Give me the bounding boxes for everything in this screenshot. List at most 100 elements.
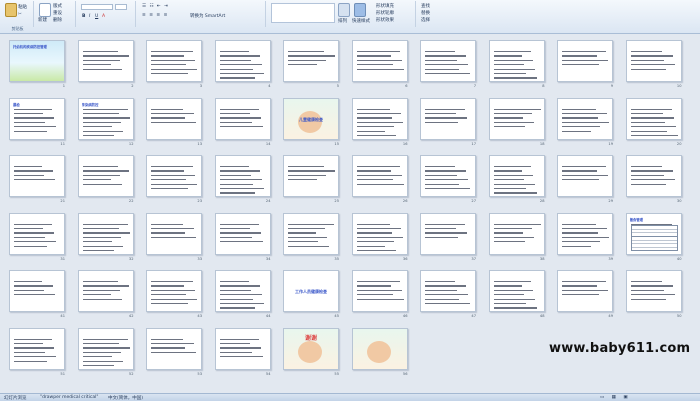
align-icon[interactable]: ≡ ≡ ≡ ≡ bbox=[142, 13, 168, 18]
slide-thumbnail[interactable] bbox=[625, 40, 682, 82]
slide-thumbnail[interactable] bbox=[214, 155, 271, 197]
slide-thumbnail[interactable] bbox=[488, 155, 545, 197]
slide-thumbnail[interactable] bbox=[214, 40, 271, 82]
slide-sorter[interactable]: 托幼机构疾病防控管理 1 2 3 4 5 6 7 8 9 10 晨检 11 传染病防控 12 13 14 儿童健康… bbox=[0, 34, 700, 393]
view-buttons-icon[interactable]: ▭ ▦ ▣ bbox=[600, 395, 631, 400]
arrange-icon[interactable] bbox=[338, 3, 350, 17]
slide-thumbnail[interactable] bbox=[283, 40, 339, 82]
slide-thumbnail[interactable]: 儿童健康检查 bbox=[283, 97, 339, 140]
slide-thumbnail[interactable] bbox=[9, 155, 65, 197]
replace-button[interactable]: 替换 bbox=[421, 10, 430, 16]
slide-text-line bbox=[425, 179, 468, 181]
slide-text-line bbox=[288, 241, 318, 243]
slide-thumbnail[interactable]: 托幼机构疾病防控管理 bbox=[9, 40, 65, 82]
slide-thumbnail[interactable] bbox=[146, 97, 202, 140]
select-button[interactable]: 选择 bbox=[421, 17, 430, 23]
slide-thumbnail[interactable] bbox=[557, 212, 613, 255]
slide-thumbnail[interactable] bbox=[351, 327, 408, 370]
slide-thumbnail[interactable] bbox=[351, 97, 408, 140]
delete-slide-button[interactable]: 删除 bbox=[53, 17, 62, 23]
slide-number: 29 bbox=[608, 199, 613, 203]
bullets-icon[interactable]: ☰ ☷ ⇤ ⇥ bbox=[142, 4, 169, 9]
slide-thumbnail[interactable] bbox=[77, 212, 134, 255]
slide-thumbnail[interactable] bbox=[488, 212, 545, 255]
find-button[interactable]: 查找 bbox=[421, 3, 430, 9]
bold-icon[interactable]: B bbox=[82, 14, 85, 19]
slide-thumbnail[interactable] bbox=[351, 270, 408, 312]
slide-thumbnail[interactable] bbox=[146, 327, 202, 370]
quick-styles-label[interactable]: 快速样式 bbox=[352, 18, 370, 24]
slide-thumbnail[interactable] bbox=[77, 327, 134, 370]
slide-text-line bbox=[219, 121, 252, 123]
arrange-label[interactable]: 排列 bbox=[338, 18, 347, 24]
new-slide-icon[interactable] bbox=[39, 3, 51, 17]
slide-thumbnail[interactable] bbox=[351, 40, 408, 82]
slide-thumbnail[interactable]: 谢谢 bbox=[283, 327, 339, 370]
slide-thumbnail[interactable] bbox=[9, 212, 65, 255]
language-label[interactable]: 中文(简体，中国) bbox=[108, 395, 143, 401]
slide-text-line bbox=[151, 108, 183, 110]
slide-thumbnail[interactable] bbox=[351, 155, 408, 197]
shape-fill-button[interactable]: 形状填充 bbox=[376, 3, 394, 9]
paste-icon[interactable] bbox=[5, 3, 17, 17]
new-slide-label[interactable]: 新建 bbox=[38, 17, 47, 23]
slide-thumbnail[interactable] bbox=[625, 270, 682, 312]
slide-thumbnail[interactable] bbox=[9, 327, 65, 370]
drawing-group: 排列 快速样式 形状填充 形状轮廓 形状效果 bbox=[268, 1, 416, 27]
shape-effects-button[interactable]: 形状效果 bbox=[376, 17, 394, 23]
slide-thumbnail[interactable] bbox=[146, 270, 202, 312]
slide-thumbnail[interactable]: 传染病防控 bbox=[77, 97, 134, 140]
slide-thumbnail[interactable] bbox=[214, 327, 271, 370]
slide-thumbnail[interactable] bbox=[488, 40, 545, 82]
slide-thumbnail[interactable] bbox=[488, 270, 545, 312]
slide-number: 13 bbox=[197, 141, 202, 146]
slide-thumbnail[interactable] bbox=[351, 212, 408, 255]
slide-thumbnail[interactable] bbox=[625, 97, 682, 140]
slide-thumbnail[interactable] bbox=[488, 97, 545, 140]
slide-thumbnail[interactable] bbox=[77, 270, 134, 312]
slide-thumbnail[interactable] bbox=[214, 97, 271, 140]
reset-button[interactable]: 重设 bbox=[53, 10, 62, 16]
slide-thumbnail[interactable] bbox=[625, 155, 682, 197]
shapes-gallery[interactable] bbox=[271, 3, 335, 23]
slide-thumbnail[interactable] bbox=[283, 212, 339, 255]
slide-thumbnail[interactable] bbox=[557, 155, 613, 197]
slide-text-line bbox=[562, 64, 599, 66]
paste-label[interactable]: 粘贴 bbox=[18, 4, 27, 10]
slide-thumbnail[interactable] bbox=[557, 270, 613, 312]
slide-thumbnail[interactable] bbox=[77, 155, 134, 197]
slide-thumbnail[interactable] bbox=[9, 270, 65, 312]
underline-icon[interactable]: U bbox=[95, 14, 98, 19]
slide-title: 膳食管理 bbox=[629, 217, 644, 222]
slide-thumbnail[interactable] bbox=[283, 155, 339, 197]
slide-thumbnail[interactable] bbox=[146, 40, 202, 82]
slide-thumbnail[interactable] bbox=[420, 270, 476, 312]
slide-thumbnail[interactable] bbox=[214, 212, 271, 255]
slide-thumbnail[interactable]: 晨检 bbox=[9, 97, 65, 140]
slide-text-line bbox=[562, 174, 608, 177]
slide-thumbnail[interactable]: 工作人员健康检查 bbox=[283, 270, 339, 312]
slide-thumbnail[interactable] bbox=[557, 40, 613, 82]
font-size-select[interactable] bbox=[115, 4, 127, 10]
cut-icon[interactable]: ✂ bbox=[18, 12, 22, 17]
slide-thumbnail[interactable] bbox=[146, 212, 202, 255]
slide-thumbnail[interactable] bbox=[420, 97, 476, 140]
slide-thumbnail[interactable] bbox=[146, 155, 202, 197]
slide-text-line bbox=[219, 192, 255, 194]
font-color-icon[interactable]: A bbox=[102, 14, 105, 19]
italic-icon[interactable]: I bbox=[89, 14, 90, 19]
convert-smartart-button[interactable]: 转换为 SmartArt bbox=[190, 13, 225, 19]
layout-button[interactable]: 版式 bbox=[53, 3, 62, 9]
font-name-select[interactable] bbox=[81, 4, 113, 10]
slide-thumbnail[interactable] bbox=[214, 270, 271, 312]
slide-thumbnail[interactable] bbox=[420, 155, 476, 197]
slide-thumbnail[interactable] bbox=[420, 212, 476, 255]
slide-thumbnail[interactable]: 膳食管理 bbox=[625, 212, 682, 255]
slide-thumbnail[interactable] bbox=[420, 40, 476, 82]
quick-styles-icon[interactable] bbox=[354, 3, 366, 17]
shape-outline-button[interactable]: 形状轮廓 bbox=[376, 10, 394, 16]
slide-thumbnail[interactable] bbox=[557, 97, 613, 140]
slide-number: 8 bbox=[542, 84, 545, 88]
slide-thumbnail[interactable] bbox=[77, 40, 134, 82]
slide-text-line bbox=[425, 188, 470, 190]
